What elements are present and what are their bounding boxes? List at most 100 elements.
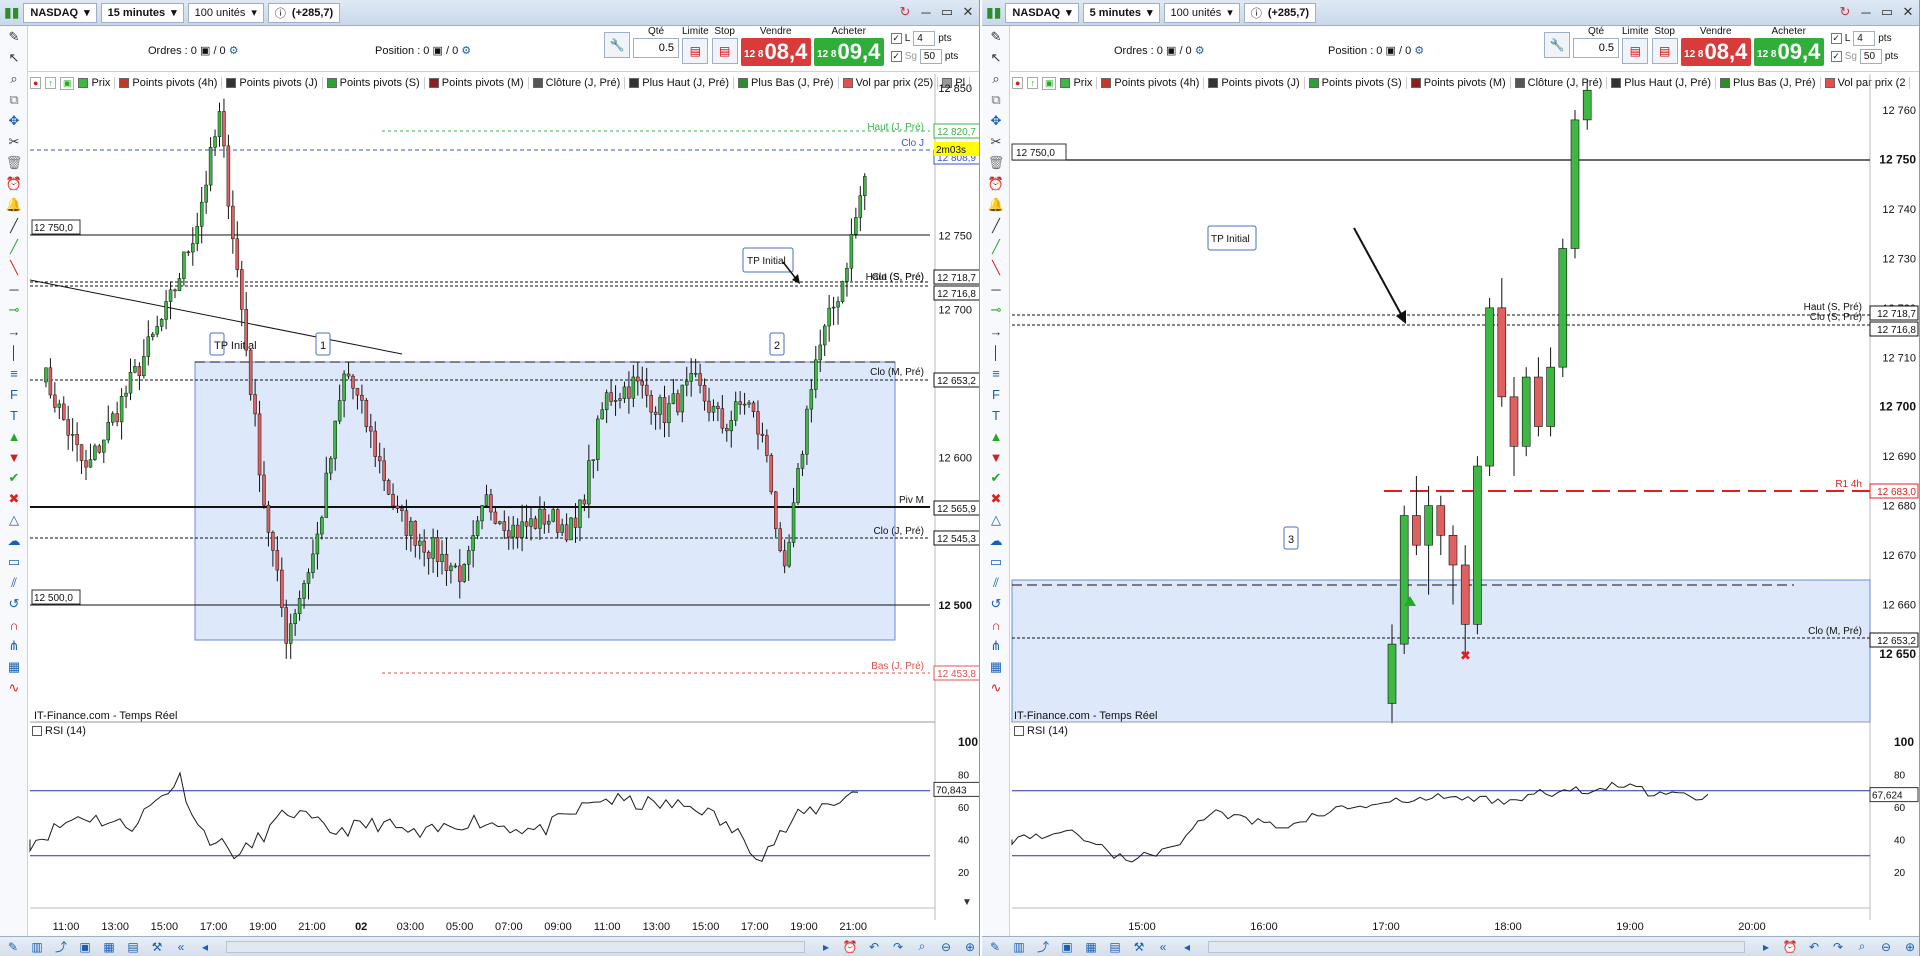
share-icon[interactable]: ⤴ [1034,939,1052,955]
level-label: Clo (S, Pré) [1810,312,1862,323]
zoom-fit-icon[interactable]: ⌕ [1853,939,1871,955]
level-value-label: 12 500,0 [34,593,73,604]
alarm-icon[interactable]: ⏰ [841,939,859,955]
bull-candle [711,405,716,413]
bear-candle [395,505,400,509]
bull-candle [822,325,827,346]
bull-candle [569,517,573,541]
bull-candle [836,301,840,308]
bull-candle [484,494,489,506]
bear-candle [186,251,191,254]
zoom-in-icon[interactable]: ⊕ [1901,939,1919,955]
rsi-legend: RSI (14) [32,725,86,737]
bear-candle [751,402,756,412]
price-tick-label: 12 750 [938,231,972,243]
scroll-left-icon[interactable]: ◂ [1178,939,1196,955]
tools-icon[interactable]: ⚒ [1130,939,1148,955]
rsi-tick-label: 20 [1894,868,1906,879]
chart-type-icon[interactable]: ▥ [28,939,46,955]
bull-candle [827,307,831,327]
price-tag-label: 12 683,0 [1877,487,1916,498]
price-tag-label: 12 716,8 [937,289,976,300]
bull-candle [164,301,168,320]
bull-candle [195,226,199,244]
undo-icon[interactable]: ↶ [1805,939,1823,955]
calendar-icon[interactable]: ▦ [1082,939,1100,955]
window-icon[interactable]: ▣ [76,939,94,955]
layout-icon[interactable]: ▤ [1106,939,1124,955]
rsi-checkbox[interactable] [32,726,42,736]
bear-candle [48,367,53,396]
zoom-in-icon[interactable]: ⊕ [961,939,979,955]
redo-icon[interactable]: ↷ [1829,939,1847,955]
bull-candle [1546,366,1555,427]
bear-candle [1534,376,1543,427]
bear-candle [444,553,449,571]
bull-candle [146,336,151,357]
rsi-checkbox[interactable] [1014,726,1024,736]
bear-candle [693,373,698,375]
bull-candle [57,403,62,408]
bull-candle [529,518,533,527]
pencil-icon[interactable]: ✎ [986,939,1004,955]
price-tag-label: 12 820,7 [937,127,976,138]
share-icon[interactable]: ⤴ [52,939,70,955]
level-label: Bas (J, Pré) [871,661,924,672]
bear-candle [649,395,653,413]
redo-icon[interactable]: ↷ [889,939,907,955]
alarm-icon[interactable]: ⏰ [1781,939,1799,955]
bull-candle [297,598,302,614]
bear-candle [756,411,760,435]
bull-candle [431,537,435,559]
rewind-icon[interactable]: « [1154,939,1172,955]
bull-candle [177,278,182,292]
bull-candle [70,434,75,436]
price-tag-label: 12 718,7 [937,273,976,284]
bull-candle [1521,376,1531,447]
bull-candle [587,460,591,505]
price-chart[interactable]: 12 850 12 750 12 700 12 600 12 500 Haut (J, P… [0,0,980,936]
price-tick-label: 12 600 [938,452,972,464]
level-label: Clo (M, Pré) [1808,626,1862,637]
bear-candle [653,411,658,415]
rsi-tick-label: 80 [958,771,970,782]
undo-icon[interactable]: ↶ [865,939,883,955]
bull-candle [159,319,164,327]
time-scrollbar[interactable] [1208,940,1745,953]
pencil-icon[interactable]: ✎ [4,939,22,955]
time-tick-label: 19:00 [249,921,277,933]
bear-candle [738,401,742,405]
tools-icon[interactable]: ⚒ [148,939,166,955]
bear-candle [66,419,70,436]
bear-candle [458,565,462,582]
scroll-left-icon[interactable]: ◂ [196,939,214,955]
bull-candle [306,572,311,584]
price-tick-label: 12 710 [1882,352,1916,364]
zoom-out-icon[interactable]: ⊖ [1877,939,1895,955]
bull-candle [449,565,453,571]
bull-candle [337,400,342,422]
zoom-fit-icon[interactable]: ⌕ [913,939,931,955]
time-scrollbar[interactable] [226,940,805,953]
bull-candle [471,535,475,551]
scroll-right-icon[interactable]: ▸ [1757,939,1775,955]
price-chart[interactable]: 12 76012 75012 74012 73012 72012 71012 7… [982,0,1920,936]
scroll-right-icon[interactable]: ▸ [817,939,835,955]
calendar-icon[interactable]: ▦ [100,939,118,955]
bull-candle [182,251,186,279]
layout-icon[interactable]: ▤ [124,939,142,955]
bull-candle [560,524,564,533]
zoom-out-icon[interactable]: ⊖ [937,939,955,955]
bear-candle [707,400,711,413]
rsi-line [29,771,859,862]
time-tick-label: 09:00 [544,921,572,933]
chart-type-icon[interactable]: ▥ [1010,939,1028,955]
bull-candle [671,393,676,404]
window-icon[interactable]: ▣ [1058,939,1076,955]
rsi-tick-label: 67,624 [1872,791,1903,802]
bear-candle [573,517,578,528]
rewind-icon[interactable]: « [172,939,190,955]
bear-candle [435,537,440,562]
bull-candle [480,505,484,522]
time-tick-label: 13:00 [101,921,129,933]
